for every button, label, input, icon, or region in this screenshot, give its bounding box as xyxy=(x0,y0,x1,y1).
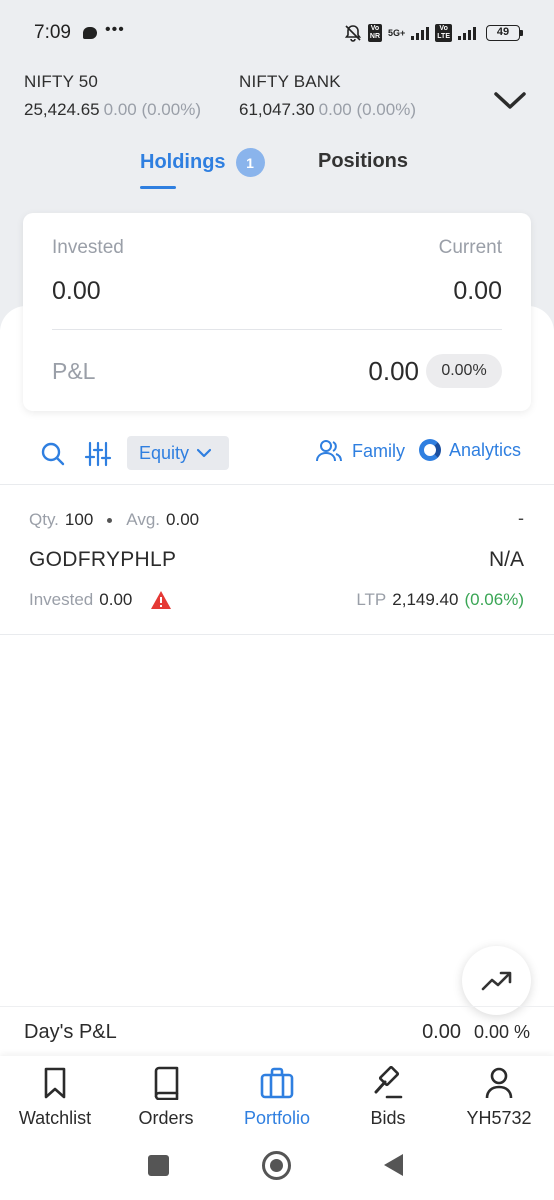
holding-change: - xyxy=(518,508,524,528)
analytics-button[interactable]: Analytics xyxy=(419,439,521,461)
nav-label: Bids xyxy=(370,1108,406,1128)
chat-notification-icon xyxy=(82,27,97,39)
ltp-label: LTP xyxy=(356,590,387,609)
invested-label: Invested xyxy=(52,237,124,258)
recent-apps-icon[interactable] xyxy=(148,1155,169,1176)
gavel-icon xyxy=(374,1066,403,1099)
avg-label: Avg. xyxy=(126,510,161,529)
trending-up-icon xyxy=(481,971,511,990)
index-name: NIFTY 50 xyxy=(24,72,99,91)
index-nifty-bank[interactable]: NIFTY BANK 61,047.30 0.00 (0.00%) xyxy=(239,72,416,120)
divider xyxy=(52,329,502,330)
qty-label: Qty. xyxy=(29,510,59,529)
tab-holdings-label: Holdings xyxy=(140,151,226,173)
separator-dot xyxy=(107,517,113,523)
holding-current-value: N/A xyxy=(488,548,524,571)
filter-sliders-icon[interactable] xyxy=(84,440,112,468)
holdings-count-badge: 1 xyxy=(235,148,265,177)
chevron-down-icon xyxy=(197,448,212,458)
index-change: 0.00 (0.00%) xyxy=(318,100,416,119)
bottom-navigation: Watchlist Orders Portfolio Bids YH5732 xyxy=(0,1056,554,1142)
nav-bids[interactable]: Bids xyxy=(333,1066,443,1129)
day-pl-percent: 0.00 % xyxy=(473,1022,530,1042)
status-time: 7:09 xyxy=(34,22,71,43)
nav-label: Portfolio xyxy=(243,1108,311,1128)
segment-dropdown-label: Equity xyxy=(139,442,190,463)
invested-value: 0.00 xyxy=(99,590,133,609)
family-label: Family xyxy=(352,440,405,461)
portfolio-summary-card: Invested Current 0.00 0.00 P&L 0.00 0.00… xyxy=(23,213,531,411)
day-pl-value: 0.00 xyxy=(422,1021,461,1043)
analytics-icon xyxy=(419,439,441,461)
nav-label: Orders xyxy=(138,1108,194,1128)
volte-lte-icon: Vo LTE xyxy=(435,24,452,42)
active-tab-indicator xyxy=(140,186,176,189)
tab-positions[interactable]: Positions xyxy=(318,150,408,173)
chevron-down-icon[interactable] xyxy=(492,86,528,114)
current-value: 0.00 xyxy=(453,277,502,305)
home-icon[interactable] xyxy=(262,1151,291,1180)
nav-watchlist[interactable]: Watchlist xyxy=(0,1066,110,1129)
user-icon xyxy=(485,1067,513,1099)
filter-toolbar: Equity Family Analytics xyxy=(0,436,554,472)
holding-row[interactable]: Qty. 100 Avg. 0.00 - GODFRYPHLP N/A Inve… xyxy=(0,486,554,634)
avg-value: 0.00 xyxy=(166,510,200,529)
book-icon xyxy=(154,1066,179,1100)
more-notifications-icon: ••• xyxy=(104,21,125,38)
day-pl-label: Day's P&L xyxy=(24,1021,117,1043)
trend-chart-button[interactable] xyxy=(462,946,531,1015)
nav-profile[interactable]: YH5732 xyxy=(444,1066,554,1129)
nav-label: Watchlist xyxy=(18,1108,92,1128)
day-pl-bar: Day's P&L 0.00 0.00 % xyxy=(0,1006,554,1056)
tab-holdings[interactable]: Holdings 1 xyxy=(140,148,265,177)
segment-dropdown[interactable]: Equity xyxy=(127,436,229,470)
index-ticker: NIFTY 50 25,424.65 0.00 (0.00%) NIFTY BAN… xyxy=(24,72,530,128)
nav-label: YH5732 xyxy=(466,1108,532,1128)
nav-portfolio[interactable]: Portfolio xyxy=(222,1066,332,1129)
index-name: NIFTY BANK xyxy=(239,72,341,91)
index-value: 61,047.30 xyxy=(239,100,315,119)
family-button[interactable]: Family xyxy=(316,439,405,463)
divider xyxy=(0,484,554,485)
status-bar: 7:09 ••• Vo NR 5G+ Vo LTE 49 xyxy=(0,0,554,66)
ltp-value: 2,149.40 xyxy=(392,590,459,609)
index-nifty-50[interactable]: NIFTY 50 25,424.65 0.00 (0.00%) xyxy=(24,72,201,120)
nav-orders[interactable]: Orders xyxy=(111,1066,221,1129)
network-type-label: 5G+ xyxy=(388,27,406,38)
signal-icon-2 xyxy=(458,26,476,40)
current-label: Current xyxy=(438,237,502,258)
bell-muted-icon xyxy=(344,25,362,42)
back-icon[interactable] xyxy=(384,1154,403,1176)
ltp-change: (0.06%) xyxy=(464,590,524,609)
invested-label: Invested xyxy=(29,590,94,609)
index-change: 0.00 (0.00%) xyxy=(103,100,201,119)
index-value: 25,424.65 xyxy=(24,100,100,119)
pl-percent-badge: 0.00% xyxy=(426,354,502,388)
battery-icon: 49 xyxy=(486,25,523,41)
signal-icon xyxy=(411,26,430,40)
invested-value: 0.00 xyxy=(52,277,101,305)
analytics-label: Analytics xyxy=(449,439,522,460)
briefcase-icon xyxy=(260,1067,294,1099)
holding-symbol: GODFRYPHLP xyxy=(29,548,177,571)
warning-icon[interactable] xyxy=(150,590,172,610)
divider xyxy=(0,634,554,635)
people-icon xyxy=(316,440,342,462)
qty-value: 100 xyxy=(64,510,94,529)
bookmark-icon xyxy=(44,1067,66,1099)
search-icon[interactable] xyxy=(39,440,67,468)
pl-value: 0.00 xyxy=(368,356,419,386)
portfolio-tabs: Holdings 1 Positions xyxy=(0,140,554,190)
volte-icon: Vo NR xyxy=(367,24,383,42)
system-navigation-bar xyxy=(0,1142,554,1200)
pl-label: P&L xyxy=(52,358,96,384)
